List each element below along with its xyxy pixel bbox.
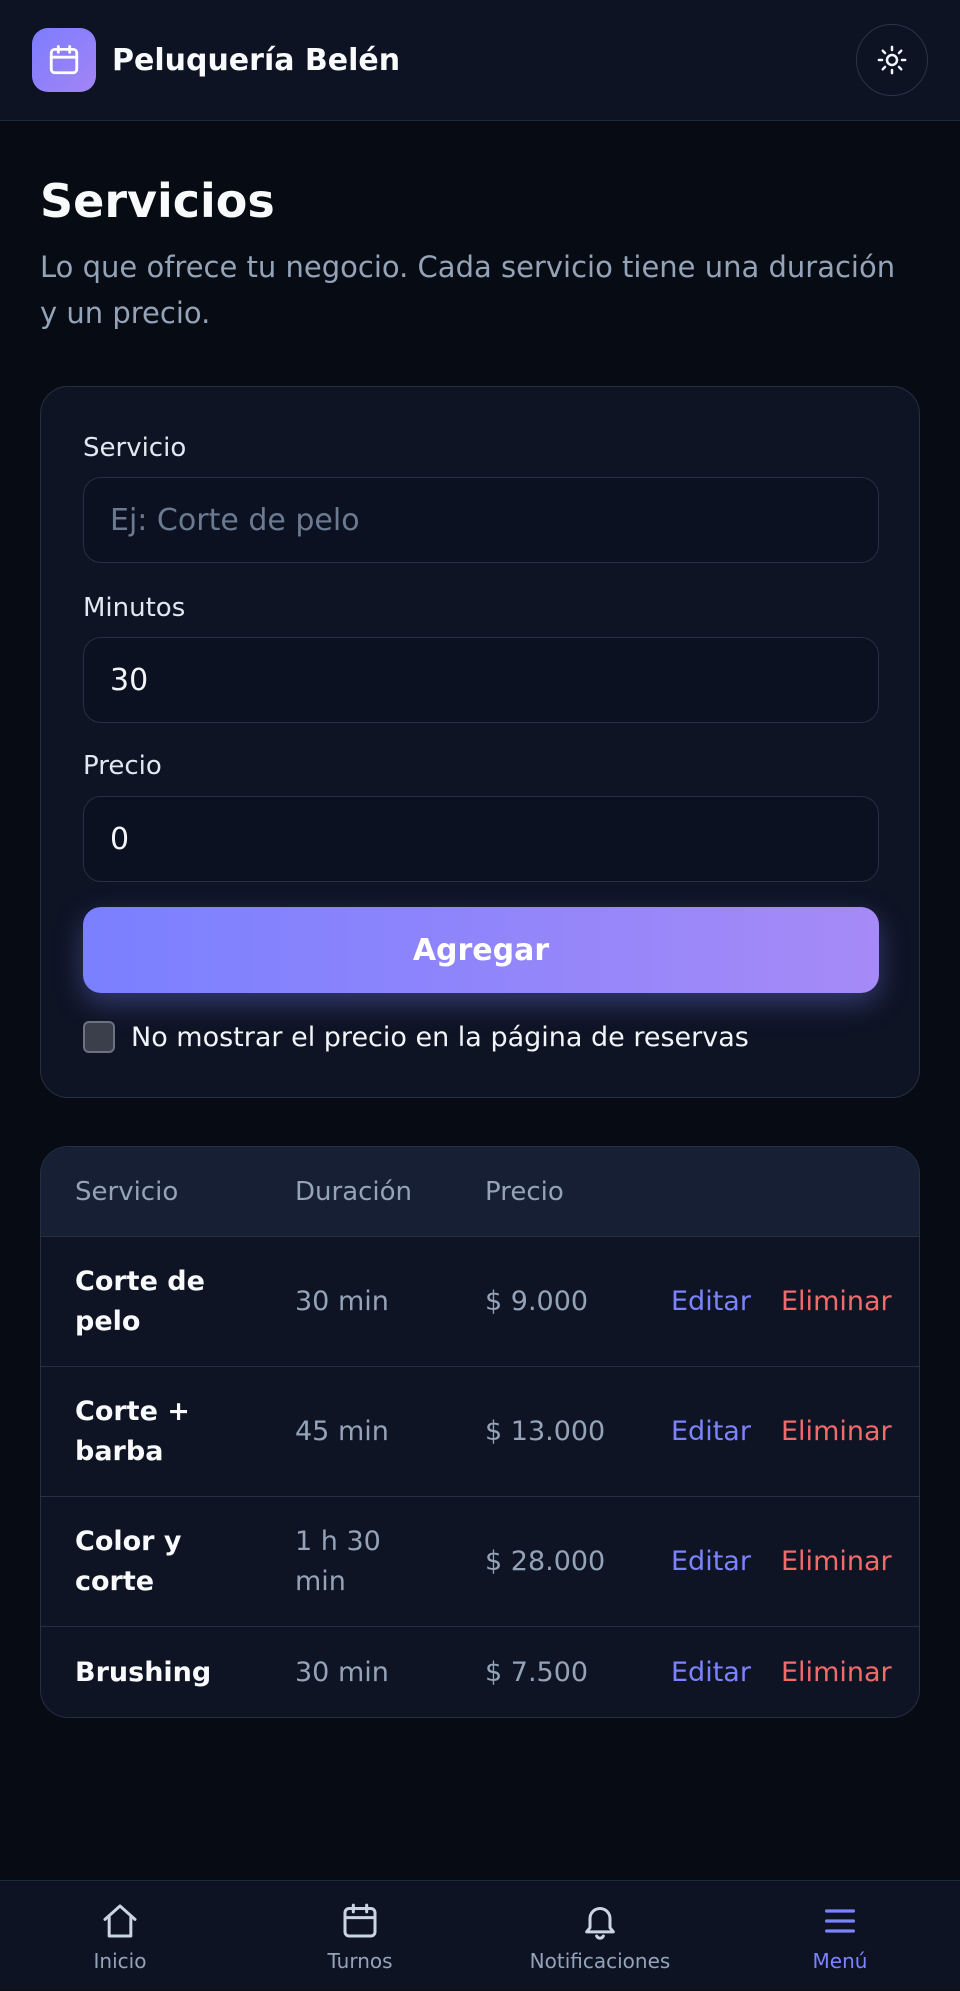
service-duration: 30 min (295, 1657, 389, 1688)
delete-service-button[interactable]: Eliminar (781, 1653, 892, 1693)
nav-item-menu[interactable]: Menú (720, 1881, 960, 1991)
table-row: Brushing 30 min $ 7.500 Editar Eliminar (41, 1627, 919, 1717)
calendar-icon (343, 1903, 377, 1938)
services-table: Servicio Duración Precio Corte de pelo 3… (40, 1146, 920, 1718)
minutes-label: Minutos (83, 593, 186, 623)
service-label: Servicio (83, 433, 187, 463)
service-name: Brushing (75, 1657, 212, 1688)
column-header-price: Precio (485, 1177, 564, 1207)
hide-price-checkbox[interactable] (83, 1021, 115, 1053)
delete-service-button[interactable]: Eliminar (781, 1282, 892, 1322)
service-name: Corte de pelo (75, 1265, 205, 1337)
service-duration: 45 min (295, 1415, 389, 1447)
calendar-icon (32, 28, 96, 92)
nav-item-notificaciones[interactable]: Notificaciones (480, 1881, 720, 1991)
column-header-service: Servicio (75, 1177, 179, 1207)
add-service-form: Servicio Minutos Precio Agregar No mostr… (40, 386, 920, 1098)
delete-service-button[interactable]: Eliminar (781, 1412, 892, 1452)
hide-price-label: No mostrar el precio en la página de res… (131, 1021, 749, 1053)
nav-label: Notificaciones (529, 1949, 671, 1973)
theme-toggle-button[interactable] (856, 24, 928, 96)
nav-label: Turnos (327, 1949, 393, 1973)
page-subtitle: Lo que ofrece tu negocio. Cada servicio … (40, 250, 896, 330)
sun-icon (877, 45, 907, 75)
service-price: $ 13.000 (485, 1415, 606, 1447)
table-row: Corte + barba 45 min $ 13.000 Editar Eli… (41, 1367, 919, 1497)
column-header-duration: Duración (295, 1177, 413, 1207)
minutes-input[interactable] (83, 637, 879, 723)
business-name: Peluquería Belén (112, 42, 401, 78)
bell-icon (585, 1907, 615, 1940)
service-price: $ 7.500 (485, 1657, 589, 1688)
service-price: $ 28.000 (485, 1545, 606, 1577)
service-name: Corte + barba (75, 1395, 190, 1467)
app-header: Peluquería Belén (0, 0, 960, 121)
edit-service-button[interactable]: Editar (671, 1282, 751, 1322)
service-name: Color y corte (75, 1525, 182, 1597)
bottom-nav: Inicio Turnos Notificaciones Menú (0, 1880, 960, 1990)
nav-item-turnos[interactable]: Turnos (240, 1881, 480, 1991)
add-service-button[interactable]: Agregar (83, 907, 879, 993)
hide-price-option: No mostrar el precio en la página de res… (83, 1021, 749, 1053)
price-label: Precio (83, 751, 162, 781)
table-header: Servicio Duración Precio (41, 1147, 919, 1237)
table-row: Color y corte 1 h 30 min $ 28.000 Editar… (41, 1497, 919, 1627)
service-duration: 1 h 30 min (295, 1525, 381, 1597)
page-title: Servicios (40, 174, 275, 228)
menu-icon (825, 1909, 855, 1933)
service-price: $ 9.000 (485, 1285, 589, 1317)
home-icon (103, 1904, 137, 1938)
nav-item-inicio[interactable]: Inicio (0, 1881, 240, 1991)
edit-service-button[interactable]: Editar (671, 1412, 751, 1452)
edit-service-button[interactable]: Editar (671, 1542, 751, 1582)
price-input[interactable] (83, 796, 879, 882)
service-duration: 30 min (295, 1285, 389, 1317)
nav-label: Inicio (93, 1949, 147, 1973)
nav-label: Menú (812, 1949, 868, 1973)
delete-service-button[interactable]: Eliminar (781, 1542, 892, 1582)
service-input[interactable] (83, 477, 879, 563)
edit-service-button[interactable]: Editar (671, 1653, 751, 1693)
table-row: Corte de pelo 30 min $ 9.000 Editar Elim… (41, 1237, 919, 1367)
